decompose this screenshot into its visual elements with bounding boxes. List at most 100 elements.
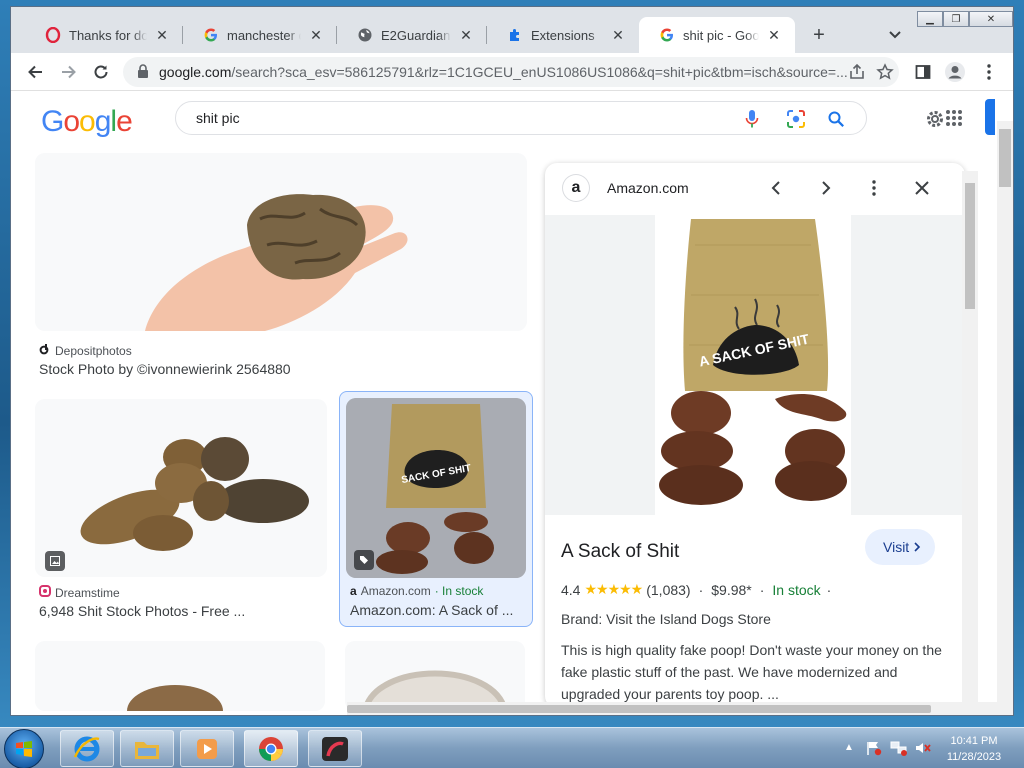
close-icon[interactable]: ✕ bbox=[609, 26, 627, 44]
settings-gear-icon[interactable] bbox=[925, 109, 945, 134]
start-button[interactable] bbox=[4, 729, 44, 768]
taskbar: ▲ 10:41 PM 11/28/2023 bbox=[0, 727, 1024, 768]
chrome-icon[interactable] bbox=[244, 730, 298, 767]
price-tag-icon bbox=[354, 550, 374, 570]
brand-line[interactable]: Brand: Visit the Island Dogs Store bbox=[561, 611, 771, 627]
tab-title: manchester city - Google Search bbox=[227, 27, 301, 43]
window-controls: ▁ ❐ ✕ bbox=[917, 11, 1013, 27]
horizontal-scrollbar-thumb[interactable] bbox=[347, 705, 931, 713]
partial-result-image bbox=[345, 641, 525, 711]
image-badge-icon bbox=[45, 551, 65, 571]
hand-holding-poop-image bbox=[35, 153, 527, 331]
tab-title: E2Guardian - Access Denied bbox=[381, 27, 451, 43]
bookmark-star-icon[interactable] bbox=[871, 58, 899, 86]
media-player-icon[interactable] bbox=[180, 730, 234, 767]
tab-extensions[interactable]: Extensions ✕ bbox=[487, 17, 639, 53]
maximize-icon[interactable]: ❐ bbox=[943, 11, 969, 27]
address-bar[interactable]: google.com/search?sca_esv=586125791&rlz=… bbox=[123, 57, 899, 87]
panel-source[interactable]: Amazon.com bbox=[607, 180, 689, 196]
sign-in-button[interactable] bbox=[985, 99, 995, 135]
minimize-icon[interactable]: ▁ bbox=[917, 11, 943, 27]
new-tab-button[interactable]: + bbox=[807, 23, 831, 47]
close-icon[interactable]: ✕ bbox=[307, 26, 325, 44]
network-icon[interactable] bbox=[890, 740, 908, 761]
lock-icon[interactable] bbox=[137, 63, 149, 81]
preview-panel: a Amazon.com A SACK OF SHIT A Sack of Sh… bbox=[545, 163, 965, 708]
page-scrollbar[interactable] bbox=[997, 121, 1013, 715]
tab-shit-pic[interactable]: shit pic - Google Search ✕ bbox=[639, 17, 795, 53]
separator-dot: · bbox=[698, 581, 704, 598]
volume-muted-icon[interactable] bbox=[914, 740, 932, 761]
result-image-hand[interactable] bbox=[35, 153, 527, 331]
result-stock: · In stock bbox=[434, 584, 484, 598]
result-source-dreamstime[interactable]: Dreamstime bbox=[39, 585, 120, 600]
result-source-name: Amazon.com bbox=[360, 584, 431, 598]
stock-status: In stock bbox=[772, 581, 821, 598]
amazon-logo-icon: a bbox=[563, 175, 589, 201]
result-source-amazon[interactable]: a Amazon.com · In stock bbox=[350, 584, 483, 598]
rating-stars: ★★★★★ bbox=[584, 581, 643, 597]
show-hidden-icons-icon[interactable]: ▲ bbox=[844, 742, 854, 753]
close-icon[interactable]: ✕ bbox=[765, 26, 783, 44]
result-caption[interactable]: Stock Photo by ©ivonnewierink 2564880 bbox=[39, 361, 519, 377]
separator-dot: · bbox=[826, 581, 832, 598]
reload-icon[interactable] bbox=[87, 58, 115, 86]
tab-e2guardian[interactable]: E2Guardian - Access Denied ✕ bbox=[337, 17, 487, 53]
browser-window: Thanks for downloading Opera ✕ mancheste… bbox=[10, 6, 1014, 716]
search-icon[interactable] bbox=[826, 109, 846, 129]
result-selected-amazon[interactable]: SACK OF SHIT a Amazon.com · In stock Ama… bbox=[339, 391, 533, 627]
toolbar: google.com/search?sca_esv=586125791&rlz=… bbox=[11, 53, 1013, 91]
chevron-left-icon[interactable] bbox=[769, 179, 783, 202]
panel-scrollbar-thumb[interactable] bbox=[965, 183, 975, 309]
share-icon[interactable] bbox=[843, 58, 871, 86]
menu-kebab-icon[interactable] bbox=[975, 58, 1003, 86]
flag-alert-icon[interactable] bbox=[866, 740, 882, 761]
system-clock[interactable]: 10:41 PM 11/28/2023 bbox=[936, 733, 1012, 765]
file-explorer-icon[interactable] bbox=[120, 730, 174, 767]
internet-explorer-icon[interactable] bbox=[60, 730, 114, 767]
sack-of-shit-product-image[interactable]: A SACK OF SHIT bbox=[655, 215, 851, 515]
tab-opera[interactable]: Thanks for downloading Opera ✕ bbox=[25, 17, 183, 53]
result-caption[interactable]: 6,948 Shit Stock Photos - Free ... bbox=[39, 603, 327, 619]
panel-scrollbar[interactable] bbox=[962, 171, 978, 704]
close-icon[interactable]: ✕ bbox=[457, 26, 475, 44]
page-scrollbar-thumb[interactable] bbox=[999, 129, 1011, 187]
chevron-right-icon[interactable] bbox=[819, 179, 833, 202]
clock-date: 11/28/2023 bbox=[946, 751, 1002, 763]
tab-manchester[interactable]: manchester city - Google Search ✕ bbox=[183, 17, 337, 53]
back-icon[interactable] bbox=[21, 58, 49, 86]
profile-avatar-icon[interactable] bbox=[941, 58, 969, 86]
result-image-partial-1[interactable] bbox=[35, 641, 325, 711]
close-icon[interactable] bbox=[913, 179, 931, 202]
result-image-partial-2[interactable] bbox=[345, 641, 525, 711]
side-panel-icon[interactable] bbox=[909, 58, 937, 86]
globe-icon bbox=[357, 27, 373, 43]
horizontal-scrollbar[interactable] bbox=[347, 702, 997, 715]
close-icon[interactable]: ✕ bbox=[153, 26, 171, 44]
result-image-sack[interactable]: SACK OF SHIT bbox=[346, 398, 526, 578]
chevron-down-icon[interactable] bbox=[883, 23, 907, 47]
search-input[interactable]: shit pic bbox=[175, 101, 867, 135]
search-query: shit pic bbox=[196, 110, 240, 126]
result-image-poop-pile[interactable] bbox=[35, 399, 327, 577]
clock-time: 10:41 PM bbox=[950, 735, 998, 747]
product-title[interactable]: A Sack of Shit bbox=[561, 541, 679, 563]
microphone-icon[interactable] bbox=[742, 109, 762, 129]
opera-icon bbox=[45, 27, 61, 43]
amazon-logo-icon: a bbox=[350, 584, 357, 598]
visit-button[interactable]: Visit bbox=[865, 529, 936, 565]
url-path: /search?sca_esv=586125791&rlz=1C1GCEU_en… bbox=[231, 64, 848, 80]
review-count[interactable]: (1,083) bbox=[646, 582, 690, 598]
more-options-icon[interactable] bbox=[871, 179, 877, 202]
red-app-icon[interactable] bbox=[308, 730, 362, 767]
tab-title: Thanks for downloading Opera bbox=[69, 27, 147, 43]
tab-strip: Thanks for downloading Opera ✕ mancheste… bbox=[11, 7, 1013, 53]
forward-icon[interactable] bbox=[55, 58, 83, 86]
result-source-depositphotos[interactable]: Depositphotos bbox=[39, 343, 132, 358]
lens-camera-icon[interactable] bbox=[786, 109, 806, 129]
apps-grid-icon[interactable] bbox=[945, 109, 963, 132]
google-logo[interactable]: Google bbox=[41, 105, 133, 139]
result-caption[interactable]: Amazon.com: A Sack of ... bbox=[350, 602, 528, 618]
close-window-icon[interactable]: ✕ bbox=[969, 11, 1013, 27]
tab-title: shit pic - Google Search bbox=[683, 27, 759, 43]
